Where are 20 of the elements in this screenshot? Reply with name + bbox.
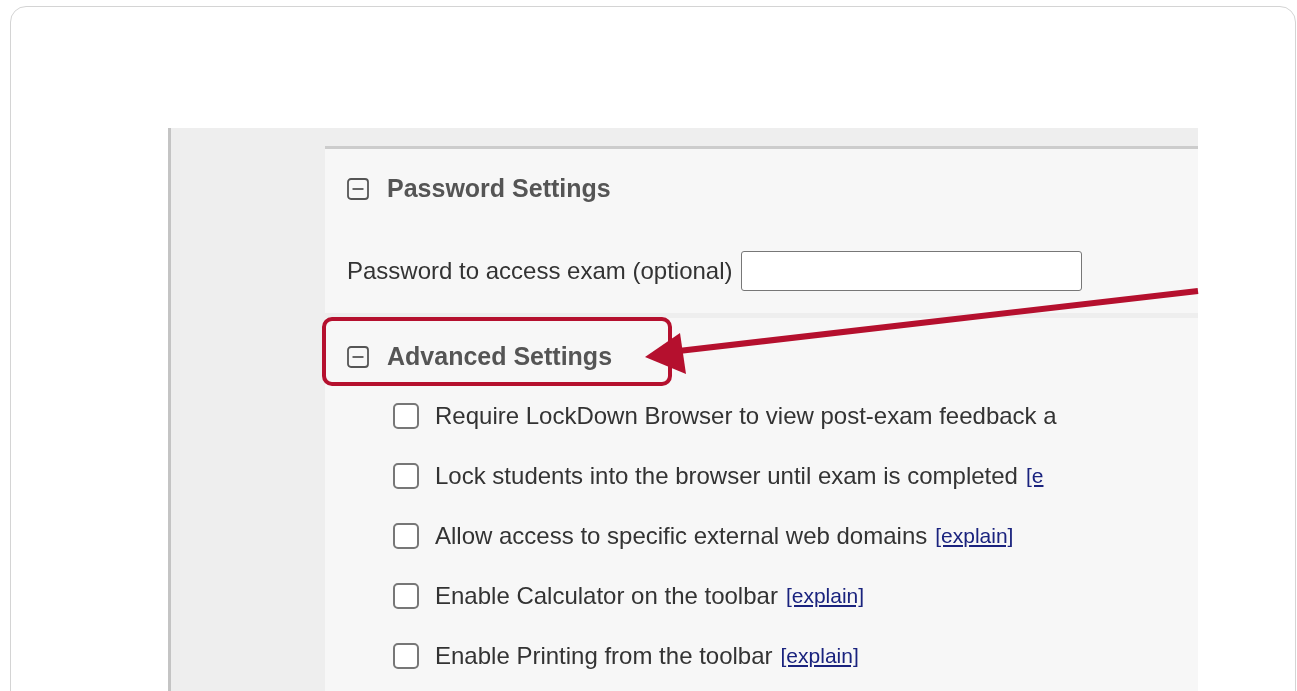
password-field[interactable]	[740, 251, 1082, 291]
explain-link[interactable]: [e	[1025, 460, 1044, 492]
section-title: Password Settings	[387, 173, 611, 205]
field-label: Password to access exam (optional)	[347, 256, 733, 286]
checkbox[interactable]	[393, 523, 419, 549]
explain-link[interactable]: [explain]	[935, 520, 1014, 552]
explain-link[interactable]: [explain]	[785, 580, 865, 612]
option-label: Enable Calculator on the toolbar	[435, 581, 778, 611]
collapse-icon[interactable]	[347, 178, 369, 200]
collapse-icon[interactable]	[347, 346, 369, 368]
section-title: Advanced Settings	[387, 341, 613, 373]
option-label: Lock students into the browser until exam is completed	[435, 461, 1018, 491]
checkbox[interactable]	[393, 643, 419, 669]
checkbox[interactable]	[393, 403, 419, 429]
explain-link[interactable]: [explain]	[780, 640, 859, 672]
option-label: Require LockDown Browser to view post-exam feedback a	[435, 401, 1057, 431]
option-label: Allow access to specific external web domains	[435, 521, 928, 551]
option-label: Enable Printing from the toolbar	[435, 641, 773, 671]
checkbox[interactable]	[393, 463, 419, 489]
checkbox[interactable]	[393, 583, 419, 609]
